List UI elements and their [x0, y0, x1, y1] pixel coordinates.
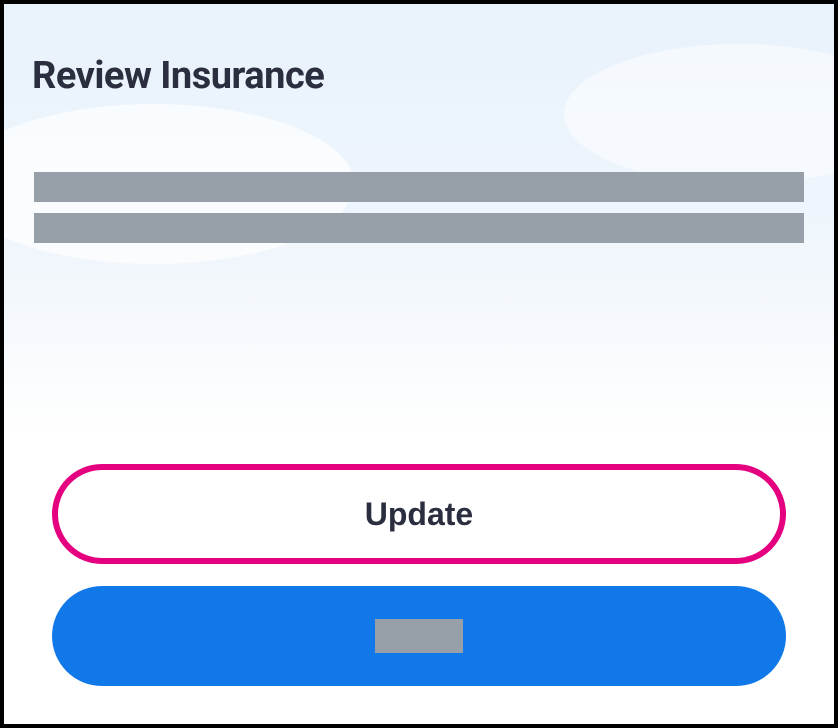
button-group: Update [52, 464, 786, 686]
content-placeholder-line [34, 172, 804, 202]
primary-action-button[interactable] [52, 586, 786, 686]
update-button[interactable]: Update [52, 464, 786, 564]
update-button-label: Update [365, 496, 473, 533]
content-placeholder-line [34, 213, 804, 243]
page-title: Review Insurance [32, 54, 324, 98]
screen-frame: Review Insurance Update [0, 0, 838, 728]
primary-button-label-placeholder [375, 619, 463, 653]
